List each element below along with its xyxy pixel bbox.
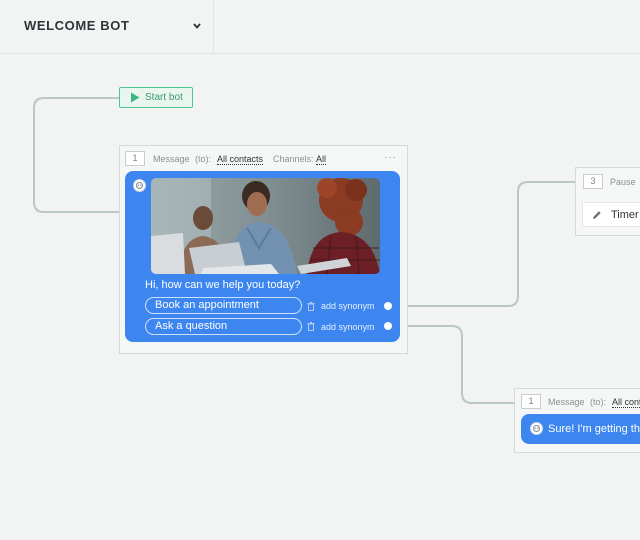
add-synonym-link[interactable]: add synonym <box>321 301 375 311</box>
trash-icon[interactable] <box>307 322 315 331</box>
node-type-label: Pause <box>610 177 636 187</box>
node-type-label: Message <box>548 397 585 407</box>
pencil-icon <box>593 211 601 219</box>
node-number: 1 <box>125 151 145 166</box>
channels-link[interactable]: All <box>316 154 327 165</box>
bot-avatar-icon <box>133 179 146 192</box>
to-recipients-link[interactable]: All cont <box>612 397 640 408</box>
book-connector <box>408 181 576 307</box>
timer-field[interactable]: Timer <box>582 202 640 227</box>
message-image <box>151 178 380 274</box>
message-text: Hi, how can we help you today? <box>145 279 301 291</box>
node-menu-icon[interactable]: ··· <box>384 152 397 163</box>
to-recipients-link[interactable]: All contacts <box>217 154 264 165</box>
chevron-down-icon <box>193 23 201 29</box>
quick-reply-button[interactable]: Ask a question <box>145 318 302 335</box>
output-port[interactable] <box>384 302 392 310</box>
trash-icon[interactable] <box>307 302 315 311</box>
start-bot-node[interactable]: Start bot <box>119 87 193 108</box>
bot-title: WELCOME BOT <box>24 18 130 33</box>
play-icon <box>131 92 140 103</box>
start-connector <box>33 97 119 213</box>
flow-canvas[interactable]: WELCOME BOT Start bot 1 Message (to): Al… <box>0 0 640 540</box>
timer-label: Timer <box>611 209 639 221</box>
node-type-label: Message <box>153 154 190 164</box>
message-text: Sure! I'm getting the <box>548 423 640 435</box>
bot-selector[interactable]: WELCOME BOT <box>0 0 214 53</box>
ask-connector <box>408 325 515 404</box>
node-number: 3 <box>583 174 603 189</box>
to-label: (to): <box>590 397 607 407</box>
node-number: 1 <box>521 394 541 409</box>
quick-reply-button[interactable]: Book an appointment <box>145 297 302 314</box>
output-port[interactable] <box>384 322 392 330</box>
top-bar: WELCOME BOT <box>0 0 640 54</box>
start-bot-label: Start bot <box>145 92 183 103</box>
add-synonym-link[interactable]: add synonym <box>321 322 375 332</box>
to-label: (to): <box>195 154 212 164</box>
channels-label: Channels: <box>273 154 314 164</box>
bot-avatar-icon <box>530 422 543 435</box>
